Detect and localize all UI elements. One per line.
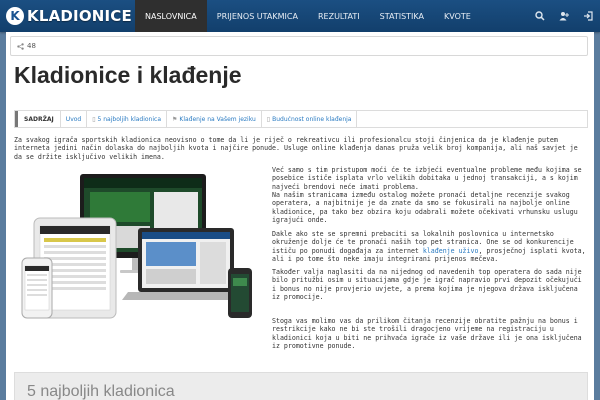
share-bar: 48 [10, 36, 588, 56]
paragraph-text: Stoga vas molimo vas da prilikom čitanja… [272, 317, 582, 351]
logo-text: KLADIONICE [27, 7, 132, 25]
logo-mark-icon: K [6, 7, 24, 25]
devices-illustration [21, 174, 252, 319]
nav-icon-group [528, 0, 600, 32]
toc-link-label: Klađenje na Vašem jeziku [179, 115, 256, 123]
content-panel: 48 Kladionice i klađenje SADRŽAJ Uvod ▯ 5… [6, 32, 594, 400]
device-icon: ▯ [266, 115, 271, 123]
toc-link-buducnost[interactable]: ▯ Budućnost online klađenja [262, 111, 358, 127]
toc-link-kladenje-jezik[interactable]: ⚑ Klađenje na Vašem jeziku [167, 111, 262, 127]
nav-item-naslovnica[interactable]: NASLOVNICA [135, 0, 207, 32]
paragraph-right-1: Već samo s tim pristupom moći će te izbj… [272, 166, 582, 191]
nav-item-statistika[interactable]: STATISTIKA [370, 0, 434, 32]
share-count: 48 [27, 42, 36, 50]
live-betting-link[interactable]: klađenje uživo [423, 247, 479, 255]
user-add-icon[interactable] [552, 0, 576, 32]
toc-link-label: 5 najboljih kladionica [97, 115, 162, 123]
paragraph-bottom: Stoga vas molimo vas da prilikom čitanja… [272, 317, 588, 351]
paragraph-right-2: Na našim stranicama između ostalog možet… [272, 191, 578, 225]
share-icon[interactable] [17, 42, 24, 50]
toc-link-label: Budućnost online klađenja [272, 115, 352, 123]
nav-item-prijenos-utakmica[interactable]: PRIJENOS UTAKMICA [207, 0, 308, 32]
page-title: Kladionice i klađenje [14, 62, 242, 88]
paragraph-right-4: Također valja naglasiti da na nijednog o… [272, 268, 582, 302]
top-navigation-bar: K KLADIONICE NASLOVNICA PRIJENOS UTAKMIC… [0, 0, 600, 32]
site-logo[interactable]: K KLADIONICE [0, 0, 135, 32]
sign-in-icon[interactable] [576, 0, 600, 32]
nav-item-rezultati[interactable]: REZULTATI [308, 0, 370, 32]
intro-paragraph: Za svakog igrača sportskih kladionica ne… [14, 136, 578, 161]
document-icon: ▯ [92, 115, 96, 123]
table-of-contents: SADRŽAJ Uvod ▯ 5 najboljih kladionica ⚑ Kl… [14, 110, 588, 128]
search-icon[interactable] [528, 0, 552, 32]
next-section-title: 5 najboljih kladionica [27, 383, 175, 400]
paragraph-right-3: Dakle ako ste se spremni prebaciti sa lo… [272, 230, 588, 264]
toc-link-5-najboljih[interactable]: ▯ 5 najboljih kladionica [87, 111, 168, 127]
nav-item-kvote[interactable]: KVOTE [434, 0, 481, 32]
next-section-box: 5 najboljih kladionica [14, 372, 588, 400]
toc-heading: SADRŽAJ [15, 111, 61, 127]
toc-link-label: Uvod [65, 115, 82, 123]
toc-link-uvod[interactable]: Uvod [61, 111, 88, 127]
main-nav: NASLOVNICA PRIJENOS UTAKMICA REZULTATI S… [135, 0, 481, 32]
flag-icon: ⚑ [172, 115, 178, 123]
